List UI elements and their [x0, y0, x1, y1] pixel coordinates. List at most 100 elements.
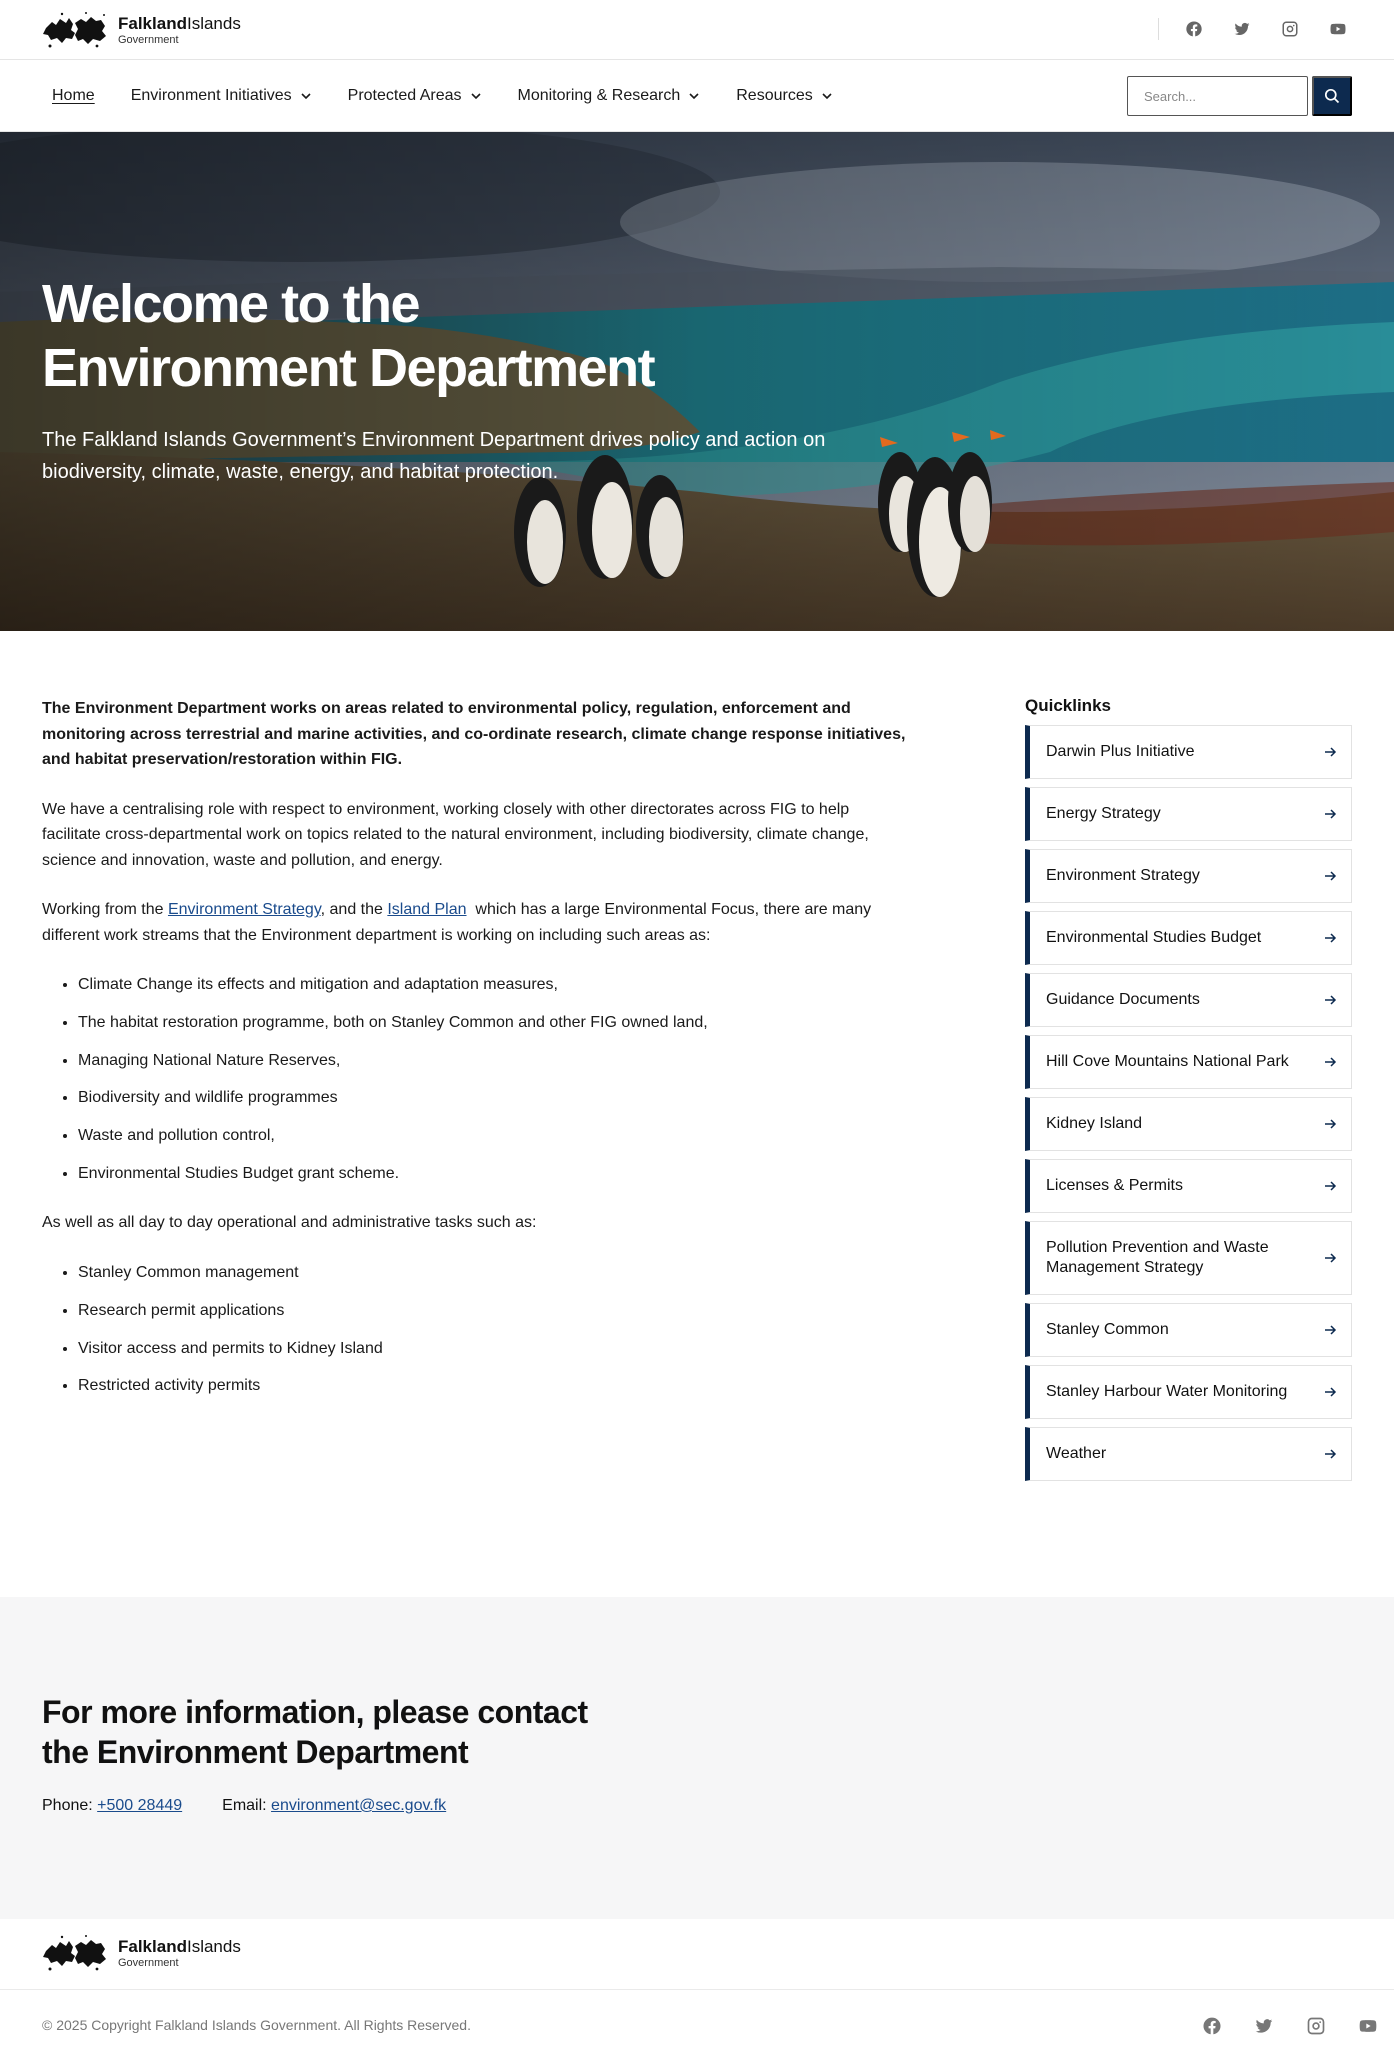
chevron-down-icon [301, 93, 311, 100]
facebook-icon[interactable] [1183, 18, 1205, 40]
falkland-islands-map-icon [43, 12, 106, 48]
nav-protected-areas-label: Protected Areas [347, 87, 462, 104]
nav-menu: Home Environment Initiatives Protected A… [52, 60, 869, 132]
list-item: Environmental Studies Budget grant schem… [78, 1161, 912, 1187]
nav-environment-initiatives[interactable]: Environment Initiatives [131, 87, 312, 105]
hero-title-line1: Welcome to the [42, 274, 421, 334]
list-item: Waste and pollution control, [78, 1123, 912, 1149]
twitter-icon[interactable] [1231, 18, 1253, 40]
hero-title: Welcome to the Environment Department [42, 272, 742, 400]
quicklink-stanley-harbour-water[interactable]: Stanley Harbour Water Monitoring [1025, 1365, 1352, 1419]
youtube-icon[interactable] [1357, 2015, 1379, 2037]
list-item: Biodiversity and wildlife programmes [78, 1085, 912, 1111]
operations-list: Stanley Common management Research permi… [78, 1260, 912, 1399]
phone-label: Phone: [42, 1797, 98, 1814]
email-label: Email: [222, 1797, 272, 1814]
arrow-right-icon [1325, 1119, 1337, 1129]
quicklink-energy-strategy[interactable]: Energy Strategy [1025, 787, 1352, 841]
chevron-down-icon [822, 93, 832, 100]
contact-title: For more information, please contact the… [42, 1694, 588, 1770]
quicklink-label: Pollution Prevention and Waste Managemen… [1046, 1239, 1269, 1276]
quicklink-label: Kidney Island [1046, 1115, 1143, 1132]
nav-resources-label: Resources [736, 87, 813, 104]
site-logo[interactable]: FalklandIslands Government [42, 8, 241, 52]
nav-home[interactable]: Home [52, 87, 95, 105]
social-divider [1158, 18, 1159, 40]
footer-logo-name-rest: Islands [186, 1936, 241, 1956]
youtube-icon[interactable] [1327, 18, 1349, 40]
arrow-right-icon [1325, 1387, 1337, 1397]
arrow-right-icon [1325, 747, 1337, 757]
quicklink-label: Environment Strategy [1046, 867, 1200, 884]
quicklink-darwin-plus[interactable]: Darwin Plus Initiative [1025, 725, 1352, 779]
search-icon [1324, 88, 1340, 104]
quicklink-weather[interactable]: Weather [1025, 1427, 1352, 1481]
contact-section: For more information, please contact the… [0, 1597, 1394, 1919]
logo-name-bold: Falkland [118, 13, 187, 33]
list-item: Managing National Nature Reserves, [78, 1048, 912, 1074]
nav-monitoring-research[interactable]: Monitoring & Research [518, 87, 701, 105]
facebook-icon[interactable] [1201, 2015, 1223, 2037]
quicklink-kidney-island[interactable]: Kidney Island [1025, 1097, 1352, 1151]
nav-resources[interactable]: Resources [736, 87, 832, 105]
list-item: Research permit applications [78, 1298, 912, 1324]
arrow-right-icon [1325, 1253, 1337, 1263]
phone-detail: Phone: +500 28449 [42, 1797, 182, 1815]
arrow-right-icon [1325, 871, 1337, 881]
footer-logo-text: FalklandIslands Government [118, 1938, 241, 1969]
nav-protected-areas[interactable]: Protected Areas [348, 87, 482, 105]
quicklink-label: Stanley Harbour Water Monitoring [1046, 1383, 1288, 1400]
quicklink-label: Guidance Documents [1046, 991, 1200, 1008]
quicklink-label: Environmental Studies Budget [1046, 929, 1262, 946]
footer-logo-subtitle: Government [118, 1956, 179, 1969]
logo-title: FalklandIslands [118, 15, 241, 32]
top-bar: FalklandIslands Government [0, 0, 1394, 60]
workstreams-list: Climate Change its effects and mitigatio… [78, 972, 912, 1186]
footer-logo-name-bold: Falkland [118, 1936, 187, 1956]
arrow-right-icon [1325, 933, 1337, 943]
main-navigation: Home Environment Initiatives Protected A… [0, 60, 1394, 132]
quicklink-hill-cove-mountains[interactable]: Hill Cove Mountains National Park [1025, 1035, 1352, 1089]
hero-title-line2: Environment Department [42, 338, 656, 398]
instagram-icon[interactable] [1279, 18, 1301, 40]
workstreams-paragraph: Working from the Environment Strategy, a… [42, 897, 912, 948]
twitter-icon[interactable] [1253, 2015, 1275, 2037]
logo-subtitle: Government [118, 33, 179, 46]
quicklinks-panel: Quicklinks Darwin Plus Initiative Energy… [1025, 696, 1352, 1489]
environment-strategy-link[interactable]: Environment Strategy [168, 901, 321, 918]
phone-link[interactable]: +500 28449 [97, 1797, 182, 1814]
list-item: Restricted activity permits [78, 1373, 912, 1399]
search-button[interactable] [1312, 76, 1352, 116]
quicklink-environment-strategy[interactable]: Environment Strategy [1025, 849, 1352, 903]
operations-paragraph: As well as all day to day operational an… [42, 1214, 537, 1232]
email-link[interactable]: environment@sec.gov.fk [271, 1797, 446, 1814]
arrow-right-icon [1325, 1181, 1337, 1191]
chevron-down-icon [689, 93, 699, 100]
quicklink-guidance-documents[interactable]: Guidance Documents [1025, 973, 1352, 1027]
quicklink-environmental-studies-budget[interactable]: Environmental Studies Budget [1025, 911, 1352, 965]
footer-logo-title: FalklandIslands [118, 1938, 241, 1955]
nav-monitoring-research-label: Monitoring & Research [517, 87, 681, 104]
arrow-right-icon [1325, 1057, 1337, 1067]
logo-name-rest: Islands [186, 13, 241, 33]
workstreams-text-start: Working from the [42, 901, 168, 918]
nav-environment-initiatives-label: Environment Initiatives [130, 87, 292, 104]
contact-details: Phone: +500 28449 Email: environment@sec… [42, 1797, 446, 1815]
quicklink-licenses-permits[interactable]: Licenses & Permits [1025, 1159, 1352, 1213]
quicklink-label: Hill Cove Mountains National Park [1046, 1053, 1289, 1070]
island-plan-link[interactable]: Island Plan [387, 901, 466, 918]
chevron-down-icon [470, 93, 481, 100]
quicklink-pollution-prevention[interactable]: Pollution Prevention and Waste Managemen… [1025, 1221, 1352, 1295]
email-detail: Email: environment@sec.gov.fk [222, 1797, 446, 1815]
quicklink-label: Stanley Common [1046, 1321, 1169, 1338]
arrow-right-icon [1325, 809, 1337, 819]
hero-subtitle: The Falkland Islands Government’s Enviro… [42, 429, 826, 483]
footer-logo[interactable]: FalklandIslands Government [42, 1931, 241, 1975]
search-input[interactable] [1127, 76, 1308, 116]
footer-social-links [1171, 2015, 1379, 2037]
main-content: The Environment Department works on area… [42, 696, 912, 1423]
quicklinks-title: Quicklinks [1025, 696, 1111, 715]
instagram-icon[interactable] [1305, 2015, 1327, 2037]
quicklink-stanley-common[interactable]: Stanley Common [1025, 1303, 1352, 1357]
copyright-text: © 2025 Copyright Falkland Islands Govern… [42, 2017, 471, 2033]
